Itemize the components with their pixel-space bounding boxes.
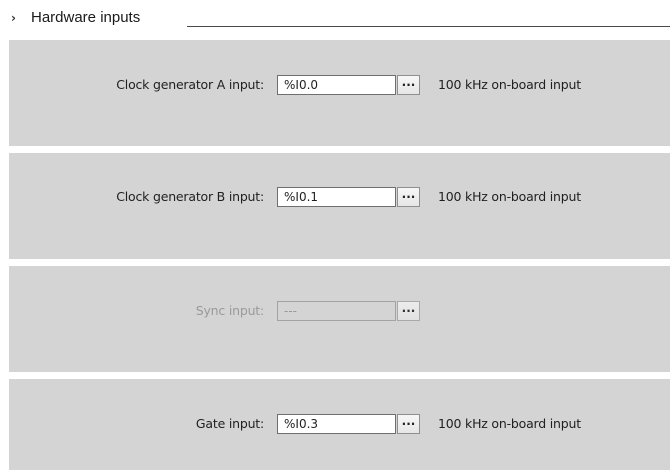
chevron-right-icon[interactable]: › <box>11 12 16 24</box>
clock-generator-b-label: Clock generator B input: <box>116 189 264 204</box>
clock-generator-b-hint: 100 kHz on-board input <box>438 189 581 204</box>
clock-generator-b-panel: Clock generator B input: %I0.1 ... 100 k… <box>9 153 670 259</box>
sync-input-label: Sync input: <box>195 303 264 318</box>
gate-input-field[interactable]: %I0.3 <box>277 414 396 434</box>
clock-generator-b-browse-button[interactable]: ... <box>397 187 420 207</box>
section-divider <box>187 26 670 27</box>
sync-input-browse-button: ... <box>397 301 420 321</box>
sync-input-field: --- <box>277 301 396 321</box>
gate-input-browse-button[interactable]: ... <box>397 414 420 434</box>
section-title: Hardware inputs <box>31 9 141 26</box>
clock-generator-b-input[interactable]: %I0.1 <box>277 187 396 207</box>
clock-generator-a-input[interactable]: %I0.0 <box>277 75 396 95</box>
clock-generator-a-panel: Clock generator A input: %I0.0 ... 100 k… <box>9 40 670 146</box>
section-header[interactable]: › Hardware inputs <box>0 0 670 38</box>
clock-generator-a-label: Clock generator A input: <box>116 77 264 92</box>
sync-input-panel: Sync input: --- ... <box>9 266 670 372</box>
gate-input-panel: Gate input: %I0.3 ... 100 kHz on-board i… <box>9 379 670 470</box>
clock-generator-a-hint: 100 kHz on-board input <box>438 77 581 92</box>
gate-input-label: Gate input: <box>195 416 264 431</box>
gate-input-hint: 100 kHz on-board input <box>438 416 581 431</box>
clock-generator-a-browse-button[interactable]: ... <box>397 75 420 95</box>
